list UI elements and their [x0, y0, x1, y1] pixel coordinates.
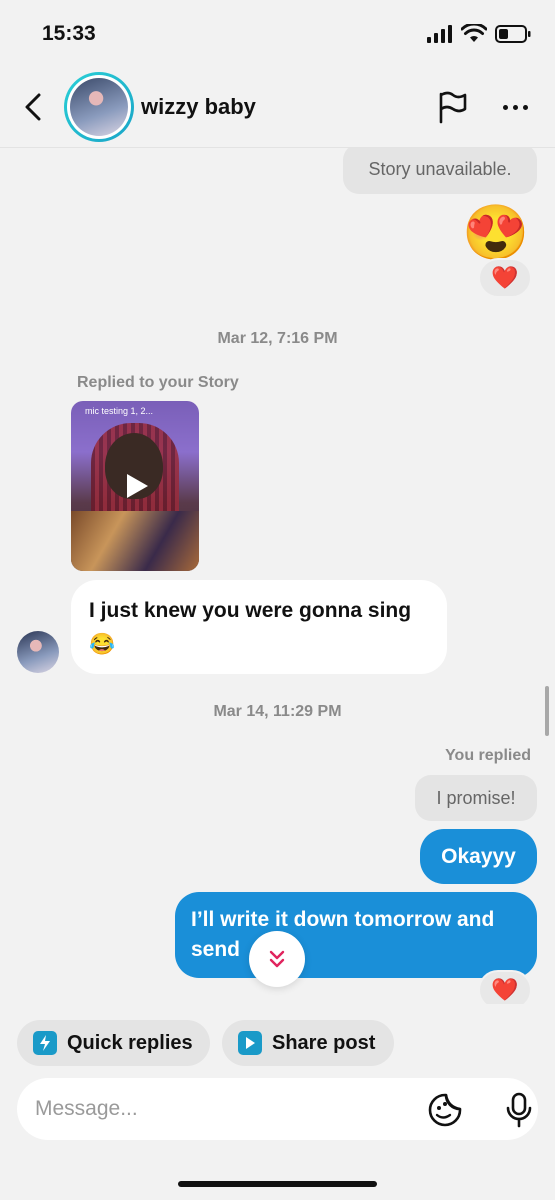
dot-icon	[522, 104, 528, 110]
flag-icon	[439, 91, 467, 124]
back-button[interactable]	[18, 90, 48, 124]
avatar-image	[70, 78, 128, 136]
replied-story-label: Replied to your Story	[77, 374, 239, 391]
status-icons	[427, 24, 531, 43]
double-chevron-down-icon	[269, 950, 285, 968]
status-bar: 15:33	[0, 0, 555, 66]
sender-avatar[interactable]	[17, 631, 59, 673]
outgoing-message[interactable]: Okayyy	[420, 829, 537, 884]
contact-name[interactable]: wizzy baby	[141, 94, 256, 120]
message-list[interactable]: Story unavailable. 😍 ❤️ Mar 12, 7:16 PM …	[0, 148, 555, 1004]
emoji-message[interactable]: 😍	[462, 203, 529, 263]
chevron-left-icon	[25, 93, 41, 121]
reaction-badge[interactable]: ❤️	[478, 258, 532, 298]
quick-replies-label: Quick replies	[67, 1031, 193, 1054]
share-post-button[interactable]: Share post	[222, 1020, 394, 1066]
heart-icon: ❤️	[491, 977, 519, 1002]
quick-replies-button[interactable]: Quick replies	[17, 1020, 210, 1066]
reaction-badge[interactable]: ❤️	[478, 970, 532, 1004]
report-button[interactable]	[436, 90, 470, 124]
message-composer	[17, 1078, 538, 1140]
share-post-label: Share post	[272, 1031, 376, 1054]
timestamp: Mar 12, 7:16 PM	[217, 330, 338, 347]
timestamp: Mar 14, 11:29 PM	[213, 703, 342, 720]
contact-avatar[interactable]	[64, 72, 134, 142]
sticker-icon	[428, 1093, 462, 1127]
chat-header: wizzy baby	[0, 66, 555, 148]
heart-icon: ❤️	[491, 265, 519, 290]
wifi-icon	[461, 24, 487, 42]
sticker-button[interactable]	[427, 1092, 463, 1128]
story-caption: mic testing 1, 2...	[85, 406, 154, 416]
home-indicator	[178, 1181, 377, 1187]
microphone-icon	[506, 1092, 532, 1128]
story-thumbnail[interactable]: mic testing 1, 2...	[71, 401, 199, 571]
microphone-button[interactable]	[503, 1092, 535, 1128]
play-square-icon	[238, 1031, 262, 1055]
quoted-reply-bubble[interactable]: I promise!	[415, 775, 537, 821]
story-unavailable-bubble: Story unavailable.	[343, 148, 537, 194]
message-input[interactable]	[35, 1078, 415, 1140]
dot-icon	[502, 104, 508, 110]
lightning-icon	[33, 1031, 57, 1055]
more-options-button[interactable]	[498, 90, 532, 124]
signal-icon	[427, 24, 452, 43]
status-time: 15:33	[42, 22, 96, 45]
you-replied-label: You replied	[445, 747, 531, 764]
scrollbar[interactable]	[545, 686, 549, 736]
scroll-to-bottom-button[interactable]	[249, 931, 305, 987]
incoming-message[interactable]: I just knew you were gonna sing 😂	[71, 580, 447, 674]
play-icon	[127, 474, 148, 498]
dot-icon	[512, 104, 518, 110]
outgoing-message[interactable]: I’ll write it down tomorrow and send	[175, 892, 537, 978]
battery-icon	[495, 24, 531, 43]
